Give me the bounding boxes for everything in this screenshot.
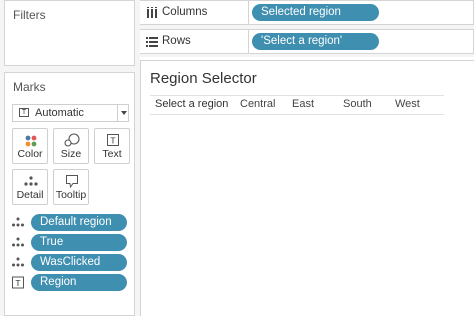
field-wasclicked[interactable]: WasClicked xyxy=(11,254,127,271)
header-central[interactable]: Central xyxy=(240,98,275,110)
shelf-divider xyxy=(248,30,249,54)
marks-card: Marks T Automatic Color Size T Text Deta… xyxy=(4,72,135,316)
size-button[interactable]: Size xyxy=(53,128,89,164)
columns-label: Columns xyxy=(162,6,208,18)
header-south[interactable]: South xyxy=(343,98,372,110)
field-default-region[interactable]: Default region xyxy=(11,214,127,231)
columns-shelf[interactable]: Columns Selected region xyxy=(140,0,474,25)
field-region[interactable]: T Region xyxy=(11,274,127,291)
rows-label: Rows xyxy=(162,35,191,47)
rows-icon xyxy=(146,37,158,47)
mark-type-value: Automatic xyxy=(35,107,84,119)
automatic-mark-icon: T xyxy=(19,108,29,117)
field-true[interactable]: True xyxy=(11,234,127,251)
rows-pill[interactable]: 'Select a region' xyxy=(252,33,379,50)
view-title: Region Selector xyxy=(150,70,257,87)
field-pill[interactable]: True xyxy=(31,234,127,251)
filters-card[interactable]: Filters xyxy=(4,0,135,66)
shelf-divider xyxy=(248,1,249,25)
field-pill[interactable]: Region xyxy=(31,274,127,291)
header-select-a-region: Select a region xyxy=(155,98,229,110)
rows-shelf[interactable]: Rows 'Select a region' xyxy=(140,29,474,54)
size-label: Size xyxy=(60,148,82,160)
text-t-icon: T xyxy=(107,134,119,146)
view-canvas[interactable]: Region Selector Select a region Central … xyxy=(140,60,474,316)
dropdown-divider xyxy=(117,105,118,121)
tooltip-bubble-icon xyxy=(66,175,78,189)
text-label: Text xyxy=(102,148,122,160)
svg-text:T: T xyxy=(15,278,20,288)
detail-dots-icon xyxy=(24,176,38,186)
color-dots-icon xyxy=(25,135,37,147)
detail-dots-icon xyxy=(12,257,24,267)
text-t-icon: T xyxy=(12,276,24,289)
detail-label: Detail xyxy=(16,189,44,201)
marks-title: Marks xyxy=(13,80,46,94)
text-button[interactable]: T Text xyxy=(94,128,130,164)
header-east[interactable]: East xyxy=(292,98,314,110)
color-label: Color xyxy=(17,148,43,160)
mark-type-dropdown[interactable]: T Automatic xyxy=(12,104,129,122)
detail-dots-icon xyxy=(12,237,24,247)
detail-dots-icon xyxy=(12,217,24,227)
header-west[interactable]: West xyxy=(395,98,420,110)
columns-icon xyxy=(147,7,157,18)
color-button[interactable]: Color xyxy=(12,128,48,164)
field-pill[interactable]: WasClicked xyxy=(31,254,127,271)
tooltip-label: Tooltip xyxy=(55,189,87,201)
field-pill[interactable]: Default region xyxy=(31,214,127,231)
header-row: Select a region Central East South West xyxy=(150,95,444,115)
columns-pill[interactable]: Selected region xyxy=(252,4,379,21)
detail-button[interactable]: Detail xyxy=(12,169,48,205)
filters-title: Filters xyxy=(13,8,46,22)
svg-text:T: T xyxy=(110,136,115,146)
chevron-down-icon xyxy=(121,111,127,115)
tooltip-button[interactable]: Tooltip xyxy=(53,169,89,205)
size-circles-icon xyxy=(64,133,80,147)
